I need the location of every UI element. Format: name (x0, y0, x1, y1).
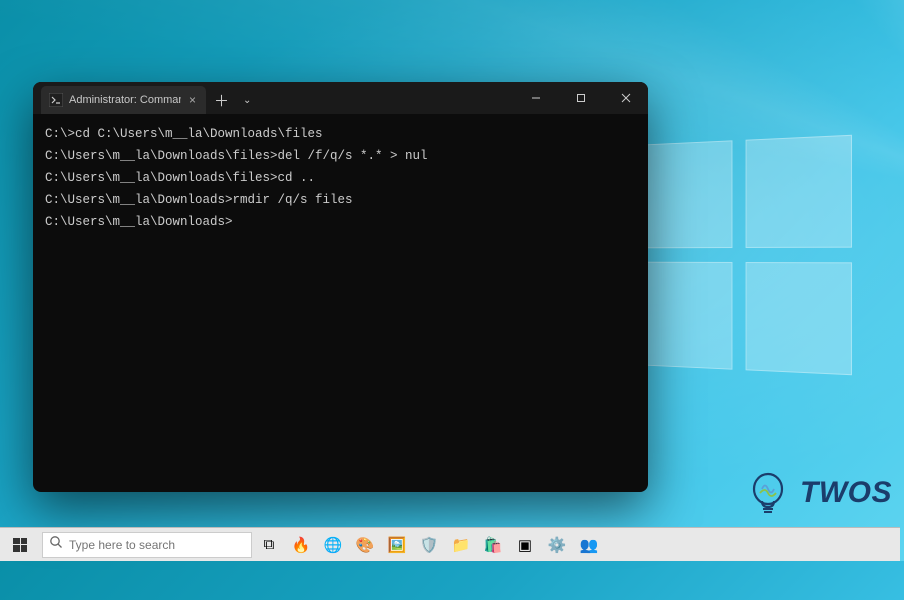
maximize-button[interactable] (558, 82, 603, 114)
file-explorer-icon[interactable]: 📁 (446, 528, 476, 561)
brand-watermark: TWOS (742, 467, 892, 519)
windows-icon (13, 538, 27, 552)
store-icon[interactable]: 🛍️ (478, 528, 508, 561)
terminal-body[interactable]: C:\>cd C:\Users\m__la\Downloads\files C:… (33, 114, 648, 492)
brand-text: TWOS (800, 476, 892, 510)
task-view-icon[interactable]: ⧉ (254, 528, 284, 561)
terminal-icon[interactable]: ▣ (510, 528, 540, 561)
lightbulb-icon (742, 467, 794, 519)
terminal-line: C:\>cd C:\Users\m__la\Downloads\files (45, 124, 636, 146)
terminal-window: Administrator: Command Pron × ＋ ⌄ C:\>cd… (33, 82, 648, 492)
start-button[interactable] (0, 528, 40, 561)
windows-logo-wallpaper (635, 135, 852, 376)
terminal-line: C:\Users\m__la\Downloads> (45, 212, 636, 234)
people-icon[interactable]: 👥 (574, 528, 604, 561)
terminal-line: C:\Users\m__la\Downloads\files>cd .. (45, 168, 636, 190)
new-tab-button[interactable]: ＋ (206, 86, 237, 114)
terminal-line: C:\Users\m__la\Downloads\files>del /f/q/… (45, 146, 636, 168)
close-tab-button[interactable]: × (187, 93, 198, 107)
search-icon (49, 535, 63, 554)
photos-icon[interactable]: 🖼️ (382, 528, 412, 561)
taskbar: ⧉ 🔥 🌐 🎨 🖼️ 🛡️ 📁 🛍️ ▣ ⚙️ 👥 (0, 527, 900, 561)
window-controls (513, 82, 648, 114)
terminal-line: C:\Users\m__la\Downloads>rmdir /q/s file… (45, 190, 636, 212)
terminal-tab[interactable]: Administrator: Command Pron × (41, 86, 206, 114)
settings-icon[interactable]: ⚙️ (542, 528, 572, 561)
security-icon[interactable]: 🛡️ (414, 528, 444, 561)
titlebar[interactable]: Administrator: Command Pron × ＋ ⌄ (33, 82, 648, 114)
tab-dropdown-button[interactable]: ⌄ (237, 86, 257, 114)
search-input[interactable] (69, 538, 245, 552)
edge-icon[interactable]: 🌐 (318, 528, 348, 561)
cmd-icon (49, 93, 63, 107)
close-button[interactable] (603, 82, 648, 114)
fire-icon[interactable]: 🔥 (286, 528, 316, 561)
paint-icon[interactable]: 🎨 (350, 528, 380, 561)
minimize-button[interactable] (513, 82, 558, 114)
taskbar-search[interactable] (42, 532, 252, 558)
tab-title: Administrator: Command Pron (69, 94, 181, 106)
